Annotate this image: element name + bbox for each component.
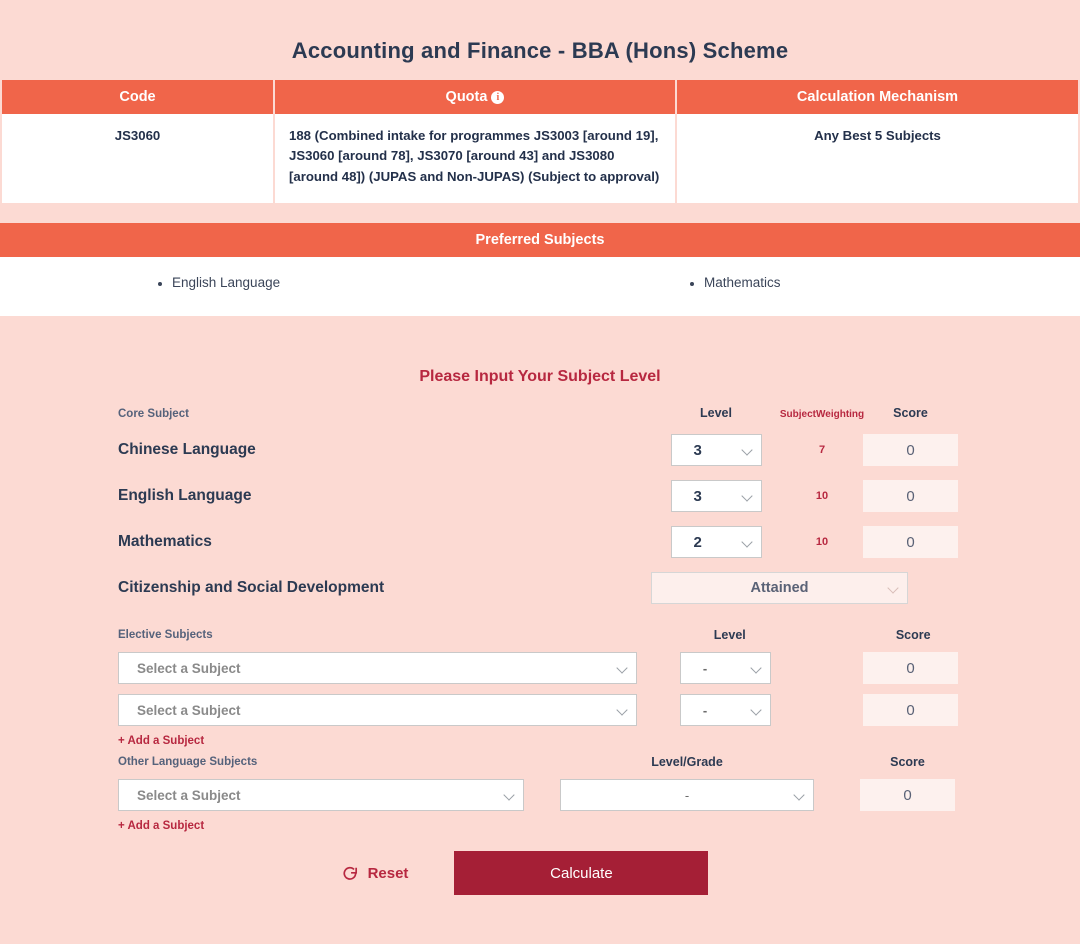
list-item: Mathematics <box>690 275 781 290</box>
core-score-header: Score <box>893 406 928 421</box>
subject-label: Mathematics <box>118 533 212 551</box>
score-value: 0 <box>863 652 958 685</box>
core-subject-row-english: English Language 3 10 0 <box>0 480 1080 513</box>
page-title: Accounting and Finance - BBA (Hons) Sche… <box>291 38 789 63</box>
other-language-level-header: Level/Grade <box>651 755 723 770</box>
subject-label: Chinese Language <box>118 441 256 459</box>
core-subject-row-citizenship: Citizenship and Social Development Attai… <box>0 572 1080 605</box>
citizenship-select[interactable]: Attained <box>651 572 908 605</box>
list-item: English Language <box>158 275 280 290</box>
cell-calculation-mechanism: Any Best 5 Subjects <box>675 114 1078 204</box>
elective-subject-placeholder: Select a Subject <box>137 702 241 718</box>
quota-header-label: Quota <box>445 89 488 105</box>
other-language-header-row: Other Language Subjects Level/Grade Scor… <box>0 755 1080 769</box>
core-level-header: Level <box>700 406 732 421</box>
other-language-grade-select-1[interactable]: - <box>560 779 814 812</box>
column-header-calculation-mechanism: Calculation Mechanism <box>675 80 1078 114</box>
elective-add-row: + Add a Subject <box>0 726 1080 747</box>
level-select-mathematics[interactable]: 2 <box>670 526 762 559</box>
preferred-subjects-bar: Preferred Subjects <box>0 223 1080 258</box>
programme-info-table: Code Quota i Calculation Mechanism JS3060… <box>2 80 1078 204</box>
level-select-english[interactable]: 3 <box>670 480 762 513</box>
elective-subject-row-2: Select a Subject - 0 <box>0 694 1080 727</box>
column-header-code: Code <box>2 80 275 114</box>
other-language-row-1: Select a Subject - 0 <box>0 779 1080 812</box>
other-language-score-header: Score <box>890 755 925 770</box>
elective-subject-select-1[interactable]: Select a Subject <box>118 652 637 685</box>
elective-subject-placeholder: Select a Subject <box>137 660 241 676</box>
cell-code: JS3060 <box>2 114 275 204</box>
elective-score-header: Score <box>895 628 931 643</box>
elective-subject-row-1: Select a Subject - 0 <box>0 652 1080 685</box>
column-header-quota: Quota i <box>273 80 677 114</box>
score-value: 0 <box>863 434 958 467</box>
subject-level-form: Core Subject Level Subject Weighting Sco… <box>0 406 1080 896</box>
citizenship-value: Attained <box>750 580 809 597</box>
elective-subjects-label: Elective Subjects <box>118 629 213 642</box>
weighting-line-2: Weighting <box>816 408 865 420</box>
preferred-subject-column: Mathematics <box>540 275 1080 290</box>
core-subject-label: Core Subject <box>118 408 189 421</box>
score-value: 0 <box>863 694 958 727</box>
scheme-calculator-page: Accounting and Finance - BBA (Hons) Sche… <box>0 0 1080 944</box>
chevron-down-icon <box>505 791 514 800</box>
elective-level-select-2[interactable]: - <box>679 694 771 727</box>
chevron-down-icon <box>795 791 804 800</box>
refresh-icon <box>342 866 357 880</box>
elective-subjects-header-row: Elective Subjects Level Score <box>0 628 1080 642</box>
chevron-down-icon <box>752 664 761 673</box>
other-language-subjects-label: Other Language Subjects <box>118 756 258 769</box>
weighting-line-1: Subject <box>779 408 816 420</box>
score-value: 0 <box>863 480 958 513</box>
elective-level-select-1[interactable]: - <box>679 652 771 685</box>
level-select-chinese[interactable]: 3 <box>670 434 762 467</box>
core-subject-header-row: Core Subject Level Subject Weighting Sco… <box>0 406 1080 420</box>
table-row: JS3060 188 (Combined intake for programm… <box>2 114 1078 204</box>
chevron-down-icon <box>889 584 898 593</box>
subject-weighting-header: Subject Weighting <box>779 408 865 421</box>
preferred-subject-column: English Language <box>0 275 540 290</box>
other-language-add-row: + Add a Subject <box>0 811 1080 832</box>
chevron-down-icon <box>743 538 752 547</box>
chevron-down-icon <box>752 706 761 715</box>
form-heading: Please Input Your Subject Level <box>419 368 661 386</box>
calculate-button[interactable]: Calculate <box>454 851 709 896</box>
reset-button[interactable]: Reset <box>342 864 409 882</box>
subject-label: Citizenship and Social Development <box>118 579 385 597</box>
elective-level-header: Level <box>713 628 746 643</box>
core-subject-row-mathematics: Mathematics 2 10 0 <box>0 526 1080 559</box>
weighting-value: 7 <box>818 444 826 457</box>
add-other-language-subject-link[interactable]: + Add a Subject <box>118 820 204 832</box>
grade-value: - <box>684 787 690 803</box>
weighting-value: 10 <box>815 490 829 503</box>
info-icon[interactable]: i <box>491 91 505 104</box>
reset-label: Reset <box>367 864 409 882</box>
table-header-row: Code Quota i Calculation Mechanism <box>2 80 1078 114</box>
cell-quota: 188 (Combined intake for programmes JS30… <box>273 114 677 204</box>
chevron-down-icon <box>618 706 627 715</box>
subject-label: English Language <box>118 487 252 505</box>
add-elective-subject-link[interactable]: + Add a Subject <box>118 735 204 747</box>
core-subject-row-chinese: Chinese Language 3 7 0 <box>0 434 1080 467</box>
chevron-down-icon <box>618 664 627 673</box>
form-actions: Reset Calculate <box>0 851 1080 896</box>
weighting-value: 10 <box>815 536 829 549</box>
other-language-subject-placeholder: Select a Subject <box>137 787 241 803</box>
score-value: 0 <box>860 779 955 812</box>
elective-subject-select-2[interactable]: Select a Subject <box>118 694 637 727</box>
preferred-subjects-body: English Language Mathematics <box>0 257 1080 317</box>
score-value: 0 <box>863 526 958 559</box>
other-language-subject-select-1[interactable]: Select a Subject <box>118 779 524 812</box>
chevron-down-icon <box>743 492 752 501</box>
chevron-down-icon <box>743 446 752 455</box>
